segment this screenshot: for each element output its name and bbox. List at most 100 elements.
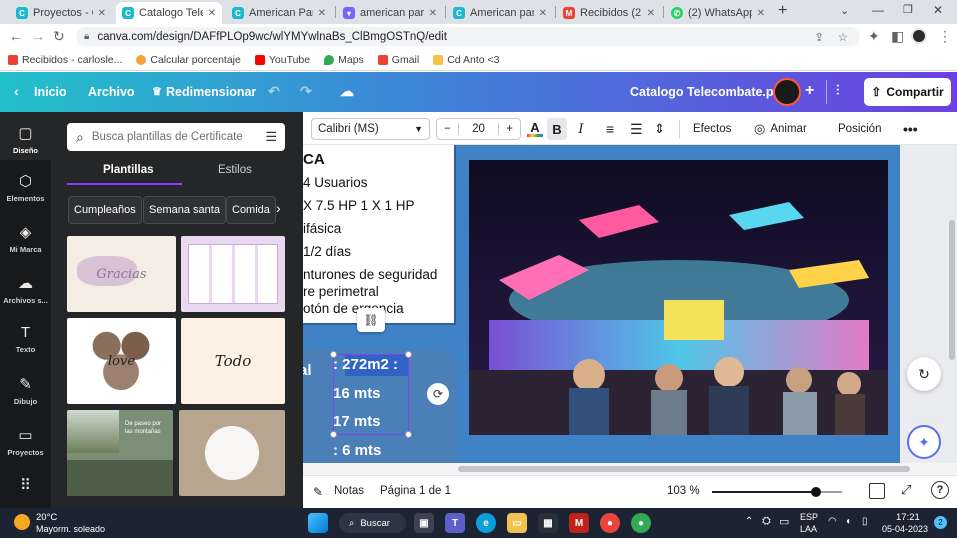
rail-design[interactable]: ▢ Diseño <box>0 112 51 160</box>
template-thumb-todo[interactable]: Todo <box>181 318 285 404</box>
height-value[interactable]: : 6 mts <box>333 442 381 459</box>
decrease-size-button[interactable]: − <box>437 123 459 135</box>
new-tab-button[interactable]: + <box>778 2 787 20</box>
increase-size-button[interactable]: + <box>498 123 520 135</box>
restore-icon[interactable]: ❐ <box>903 3 913 16</box>
bookmark-recibidos[interactable]: Recibidos - carlosle... <box>8 54 122 66</box>
chevron-right-icon[interactable]: › <box>276 200 281 216</box>
rail-apps[interactable]: ⠿ <box>0 476 51 498</box>
close-icon[interactable]: ✕ <box>208 8 216 19</box>
spec-line[interactable]: re perimetral <box>303 284 379 299</box>
resize-handle[interactable] <box>330 351 337 358</box>
dimension-label[interactable]: al <box>303 362 312 379</box>
weather-text[interactable]: Mayorm. soleado <box>36 524 105 534</box>
spec-line[interactable]: 4 Usuarios <box>303 175 368 190</box>
position-button[interactable]: Posición <box>838 118 881 140</box>
clock-time[interactable]: 17:21 <box>896 512 920 523</box>
heading-text[interactable]: CA <box>303 151 325 168</box>
store-icon[interactable]: ▦ <box>538 513 558 533</box>
resize-handle[interactable] <box>405 431 412 438</box>
template-thumb-love[interactable]: love <box>67 318 176 404</box>
chrome-icon[interactable]: ● <box>600 513 620 533</box>
notification-badge[interactable]: 2 <box>934 516 947 529</box>
bold-button[interactable]: B <box>547 118 567 140</box>
chevron-left-icon[interactable]: ‹ <box>14 83 19 99</box>
effects-button[interactable]: Efectos <box>693 118 731 140</box>
rail-uploads[interactable]: ☁ Archivos s... <box>0 274 51 305</box>
page-grid-icon[interactable] <box>869 483 885 499</box>
tab-proyectos[interactable]: C Proyectos - Canva ✕ <box>10 2 112 24</box>
chip-comida[interactable]: Comida <box>226 196 276 224</box>
close-icon[interactable]: ✕ <box>757 8 765 19</box>
taskbar-search-button[interactable]: ⌕ Buscar <box>339 513 406 533</box>
scroll-thumb[interactable] <box>458 466 910 472</box>
spec-line[interactable]: ifásica <box>303 221 341 236</box>
add-collaborator-icon[interactable]: + <box>805 82 814 100</box>
zoom-slider[interactable] <box>712 487 842 497</box>
close-icon[interactable]: ✕ <box>98 8 106 19</box>
file-explorer-icon[interactable]: ▭ <box>507 513 527 533</box>
spec-line[interactable]: X 7.5 HP 1 X 1 HP <box>303 198 415 213</box>
volume-icon[interactable]: ◖ <box>845 516 851 527</box>
sidepanel-icon[interactable]: ◧ <box>891 28 904 45</box>
amusement-ride-photo[interactable] <box>469 160 888 435</box>
template-thumb-gracias[interactable]: Gracias <box>67 236 176 312</box>
close-icon[interactable]: ✕ <box>539 8 547 19</box>
font-select[interactable]: Calibri (MS) ▼ <box>311 118 430 140</box>
tab-search-icon[interactable]: ⌄ <box>840 4 849 17</box>
file-menu-button[interactable]: Archivo <box>88 85 135 99</box>
link-icon[interactable]: ⛓ <box>357 308 385 332</box>
close-window-icon[interactable]: ✕ <box>933 3 943 17</box>
slide-page[interactable]: CA 4 Usuarios X 7.5 HP 1 X 1 HP ifásica … <box>303 145 900 463</box>
bookmark-youtube[interactable]: YouTube <box>254 54 310 66</box>
insights-chart-icon[interactable]: ⫶ <box>836 82 840 99</box>
bookmark-gmail[interactable]: Gmail <box>377 54 419 66</box>
close-icon[interactable]: ✕ <box>647 8 655 19</box>
more-options-icon[interactable]: ••• <box>903 118 918 140</box>
mcafee-icon[interactable]: M <box>569 513 589 533</box>
tab-american-park-1[interactable]: C American Park - Vi ✕ <box>226 2 332 24</box>
reload-icon[interactable]: ↻ <box>53 28 65 45</box>
template-search-input[interactable]: ⌕ Busca plantillas de Certificate ☰ <box>67 123 285 151</box>
forward-icon[interactable]: → <box>31 28 45 44</box>
tab-styles[interactable]: Estilos <box>218 164 252 176</box>
horizontal-scrollbar[interactable] <box>303 463 957 475</box>
notes-button[interactable]: Notas <box>334 485 364 497</box>
user-avatar[interactable] <box>773 78 801 106</box>
font-size-input[interactable]: 20 <box>459 123 498 135</box>
vertical-scrollbar[interactable] <box>948 150 956 460</box>
tab-catalogo[interactable]: C Catalogo Telecombate ✕ <box>116 2 222 24</box>
template-thumb-cats[interactable] <box>179 410 285 496</box>
align-icon[interactable]: ≡ <box>606 118 614 140</box>
back-icon[interactable]: ← <box>9 28 23 44</box>
magic-sparkle-icon[interactable]: ✦ <box>907 425 941 459</box>
menu-dots-icon[interactable]: ⋮ <box>938 28 952 45</box>
keyboard-layout[interactable]: LAA <box>800 524 817 534</box>
italic-button[interactable]: I <box>573 118 589 140</box>
resize-handle[interactable] <box>330 431 337 438</box>
spec-line[interactable]: nturones de seguridad <box>303 267 437 282</box>
close-icon[interactable]: ✕ <box>318 8 326 19</box>
rail-text[interactable]: T Texto <box>0 324 51 354</box>
tab-whatsapp[interactable]: ✆ (2) WhatsApp ✕ <box>665 2 771 24</box>
text-color-button[interactable]: A <box>525 118 545 140</box>
specs-text-card[interactable]: CA 4 Usuarios X 7.5 HP 1 X 1 HP ifásica … <box>303 145 456 325</box>
chip-cumpleanos[interactable]: Cumpleaños <box>68 196 142 224</box>
task-view-icon[interactable]: ▣ <box>414 513 434 533</box>
close-icon[interactable]: ✕ <box>429 8 437 19</box>
spec-line[interactable]: otón de ergencia <box>303 301 404 316</box>
refresh-page-icon[interactable]: ↻ <box>907 357 941 391</box>
cloud-sync-icon[interactable]: ☁ <box>340 83 354 100</box>
wifi-icon[interactable]: ◠ <box>828 516 837 527</box>
edge-icon[interactable]: e <box>476 513 496 533</box>
chip-semana-santa[interactable]: Semana santa <box>143 196 226 224</box>
zoom-percent[interactable]: 103 % <box>667 485 700 497</box>
chrome-profile-icon[interactable]: ● <box>631 513 651 533</box>
animate-button[interactable]: ◎ Animar <box>754 118 807 140</box>
tab-american-park-img[interactable]: ▾ american park (Im ✕ <box>337 2 443 24</box>
minimize-icon[interactable]: — <box>872 3 884 17</box>
resize-handle[interactable] <box>405 351 412 358</box>
windows-start-icon[interactable] <box>308 513 328 533</box>
scroll-thumb[interactable] <box>949 220 955 360</box>
bookmark-calcular[interactable]: Calcular porcentaje <box>136 54 241 66</box>
